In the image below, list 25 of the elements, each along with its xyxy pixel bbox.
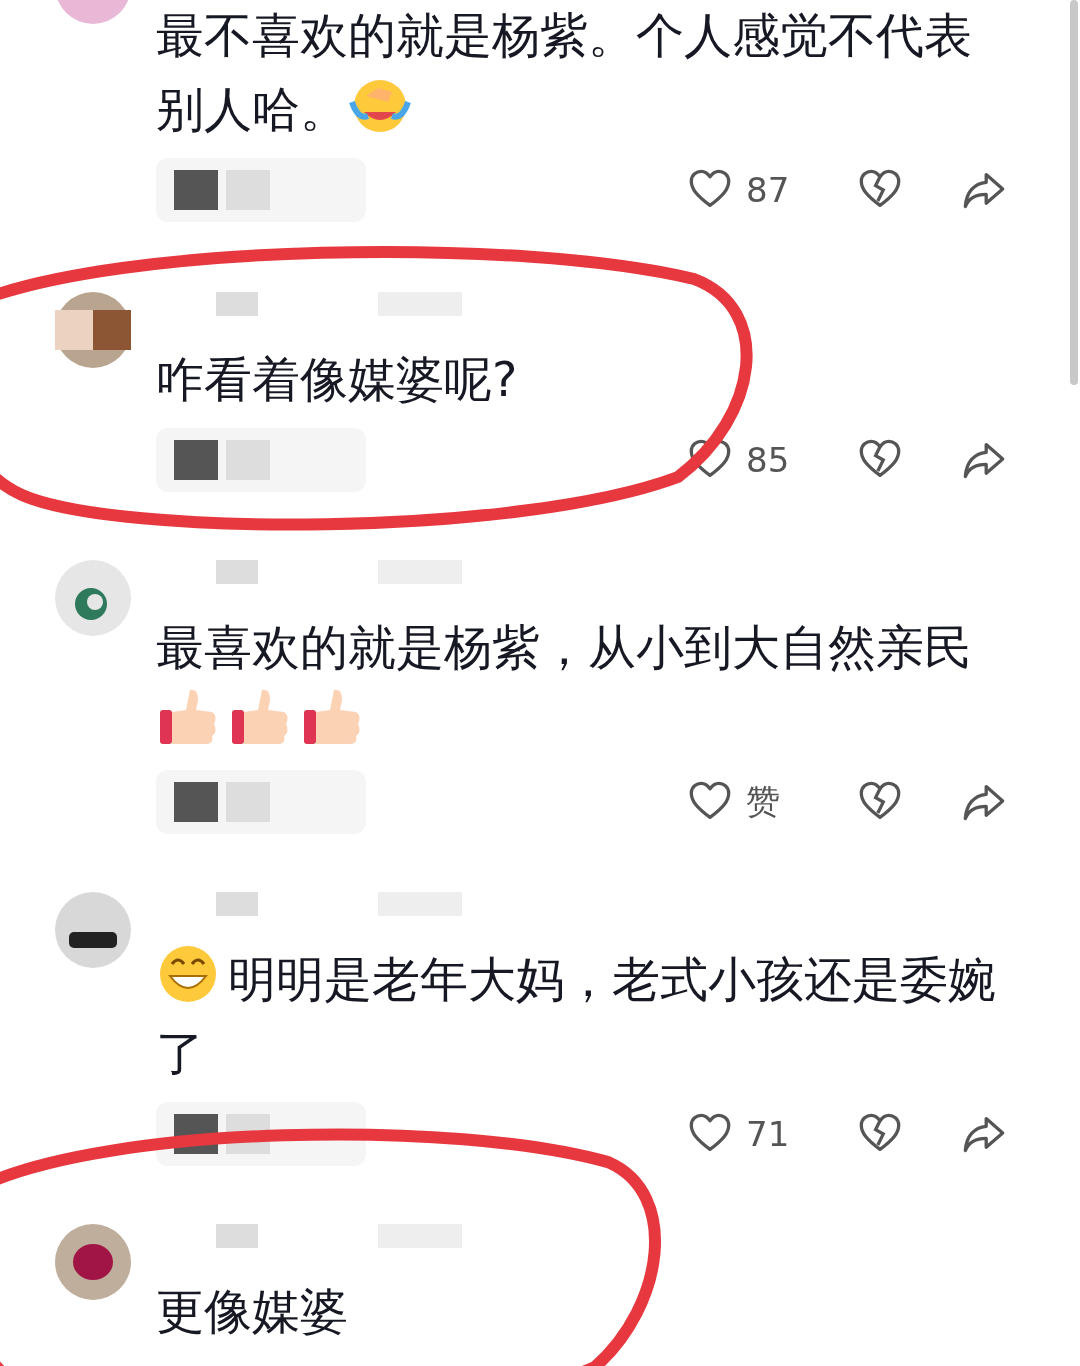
avatar[interactable]	[55, 1224, 131, 1300]
collapsed-replies-pill[interactable]	[156, 770, 366, 834]
like-button[interactable]: 71	[688, 1112, 798, 1156]
like-button[interactable]: 87	[688, 168, 798, 212]
redaction-mark	[174, 170, 218, 210]
comment-text: 最喜欢的就是杨紫，从小到大自然亲民	[156, 610, 1016, 758]
redaction-mark	[226, 440, 270, 480]
collapsed-replies-pill[interactable]	[156, 428, 366, 492]
redaction-mark	[174, 782, 218, 822]
redaction-mark	[226, 782, 270, 822]
comment-text: 明明是老年大妈，老式小孩还是委婉了	[156, 942, 1016, 1090]
redaction-mark	[174, 440, 218, 480]
avatar[interactable]	[55, 292, 131, 368]
like-button[interactable]: 赞	[688, 779, 798, 825]
redaction-mark	[226, 170, 270, 210]
collapsed-replies-pill[interactable]	[156, 158, 366, 222]
redaction-mark	[216, 560, 258, 584]
avatar[interactable]	[55, 892, 131, 968]
like-button[interactable]: 85	[688, 438, 798, 482]
redaction-mark	[216, 292, 258, 316]
comment-text: 最不喜欢的就是杨紫。个人感觉不代表别人哈。	[156, 6, 973, 139]
redaction-mark	[216, 1224, 258, 1248]
redaction-mark	[216, 892, 258, 916]
comment-text: 咋看着像媒婆呢?	[156, 350, 519, 409]
comment-text: 更像媒婆	[156, 1282, 349, 1341]
